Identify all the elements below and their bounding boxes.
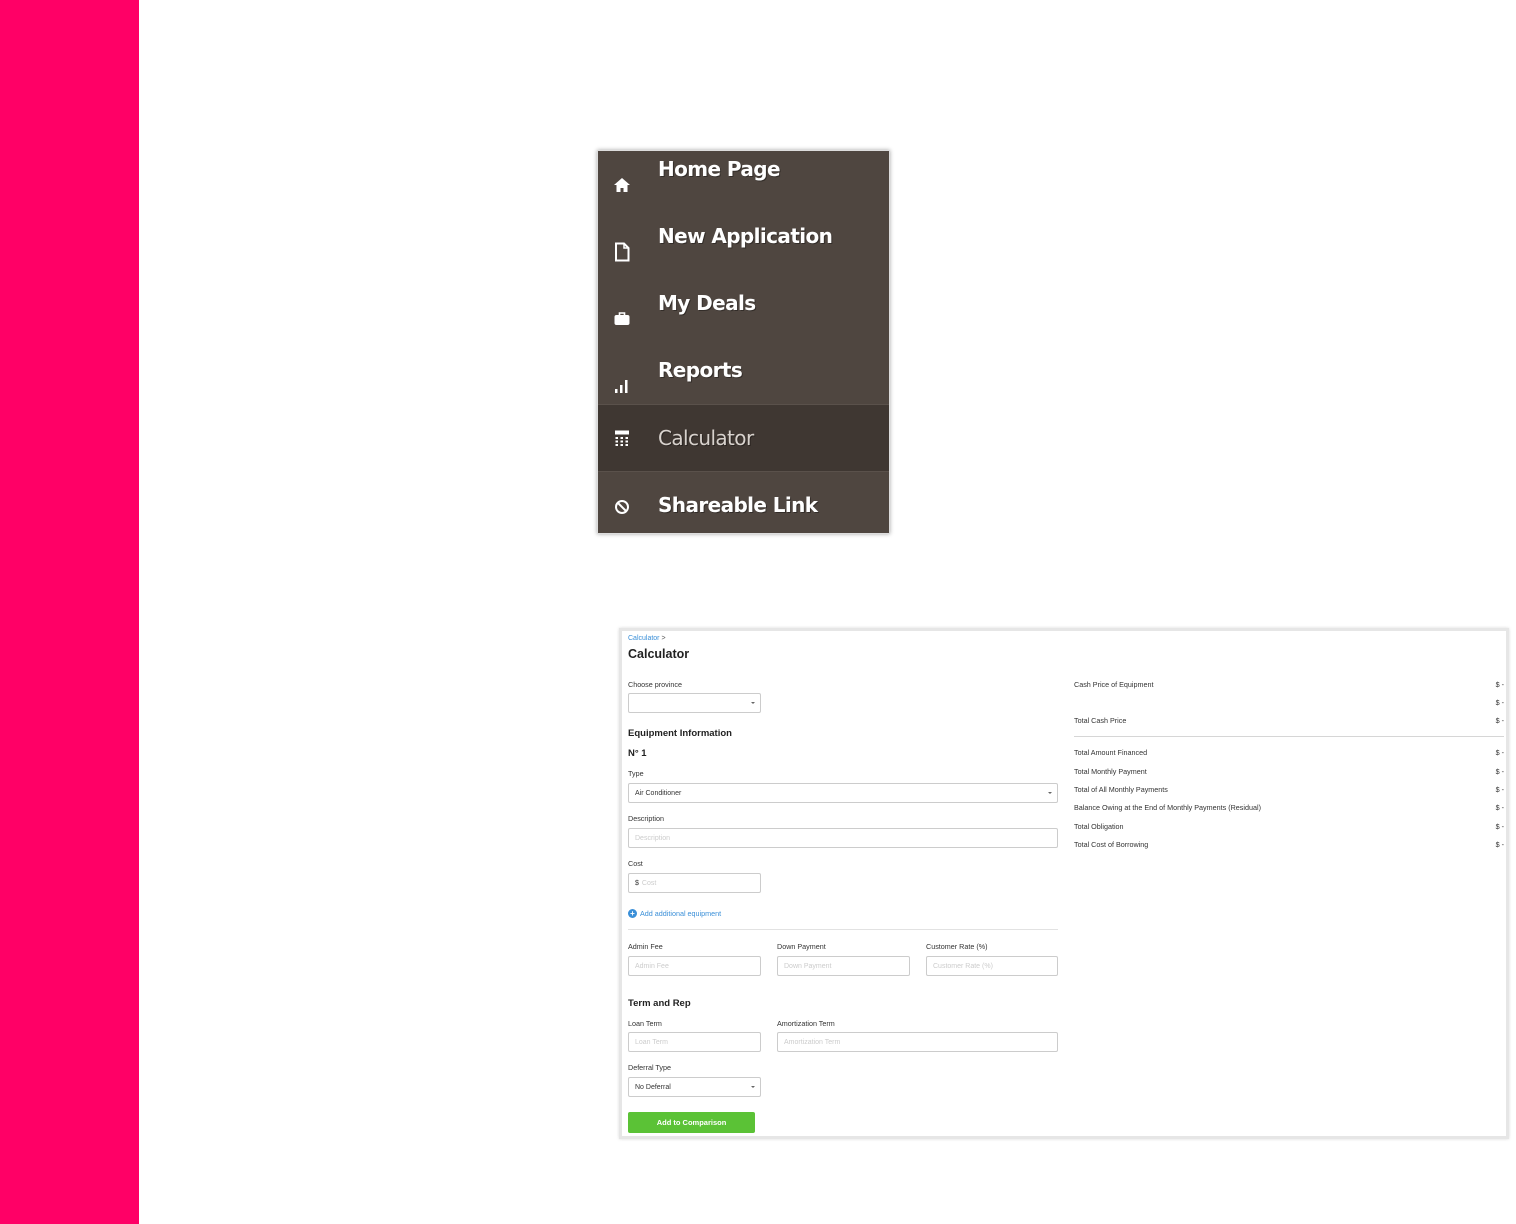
- amortization-term-placeholder: Amortization Term: [784, 1038, 841, 1046]
- description-label: Description: [628, 814, 664, 823]
- equipment-heading: Equipment Information: [628, 728, 732, 739]
- summary-row: Balance Owing at the End of Monthly Paym…: [1074, 803, 1504, 812]
- term-heading: Term and Rep: [628, 998, 691, 1009]
- summary-row-total-cash: Total Cash Price $ -: [1074, 716, 1504, 725]
- summary-value: $ -: [1495, 803, 1504, 812]
- summary-label: Total Amount Financed: [1074, 748, 1148, 757]
- nav-label: Shareable Link: [658, 493, 818, 517]
- admin-fee-placeholder: Admin Fee: [635, 962, 669, 970]
- cost-label: Cost: [628, 859, 643, 868]
- file-icon: [612, 242, 632, 262]
- add-to-comparison-button[interactable]: Add to Comparison: [628, 1112, 755, 1133]
- loan-term-label: Loan Term: [628, 1019, 662, 1028]
- bar-chart-icon: [612, 376, 632, 396]
- summary-label: Total Cash Price: [1074, 716, 1127, 725]
- summary-value: $ -: [1495, 785, 1504, 794]
- summary-label: Total Monthly Payment: [1074, 767, 1147, 776]
- amortization-term-input[interactable]: Amortization Term: [777, 1032, 1058, 1052]
- summary-row-cash-price: Cash Price of Equipment $ -: [1074, 680, 1504, 689]
- type-label: Type: [628, 769, 644, 778]
- summary-row: Total Monthly Payment $ -: [1074, 767, 1504, 776]
- customer-rate-input[interactable]: Customer Rate (%): [926, 956, 1058, 976]
- plus-circle-icon: +: [628, 909, 637, 918]
- customer-rate-placeholder: Customer Rate (%): [933, 962, 993, 970]
- province-label: Choose province: [628, 680, 682, 689]
- description-input[interactable]: Description: [628, 828, 1058, 848]
- chevron-down-icon: [1048, 792, 1052, 794]
- link-icon: [612, 496, 632, 516]
- deferral-type-value: No Deferral: [635, 1083, 671, 1091]
- admin-fee-label: Admin Fee: [628, 942, 663, 951]
- nav-item-shareable-link[interactable]: Shareable Link: [598, 472, 889, 533]
- calculator-icon: [612, 428, 632, 448]
- nav-label: Reports: [658, 358, 743, 382]
- breadcrumb: Calculator >: [628, 635, 666, 642]
- summary-value: $ -: [1495, 767, 1504, 776]
- down-payment-placeholder: Down Payment: [784, 962, 832, 970]
- nav-item-home[interactable]: Home Page: [598, 151, 889, 218]
- chevron-down-icon: [751, 702, 755, 704]
- summary-label: Total Obligation: [1074, 822, 1124, 831]
- nav-item-my-deals[interactable]: My Deals: [598, 285, 889, 352]
- accent-sidebar-bar: [0, 0, 139, 1224]
- loan-term-input[interactable]: Loan Term: [628, 1032, 761, 1052]
- cost-input[interactable]: $ Cost: [628, 873, 761, 893]
- summary-value: $ -: [1495, 748, 1504, 757]
- nav-item-calculator[interactable]: Calculator: [598, 404, 889, 472]
- amortization-term-label: Amortization Term: [777, 1019, 835, 1028]
- cost-placeholder: Cost: [641, 879, 657, 887]
- nav-label: New Application: [658, 224, 833, 248]
- equipment-number: N° 1: [628, 748, 647, 759]
- type-select[interactable]: Air Conditioner: [628, 783, 1058, 803]
- chevron-down-icon: [751, 1086, 755, 1088]
- summary-row: Total Cost of Borrowing $ -: [1074, 840, 1504, 849]
- nav-item-new-application[interactable]: New Application: [598, 218, 889, 285]
- nav-label: Home Page: [658, 157, 781, 181]
- deferral-type-label: Deferral Type: [628, 1063, 672, 1072]
- deferral-type-select[interactable]: No Deferral: [628, 1077, 761, 1097]
- summary-divider: [1074, 736, 1504, 737]
- admin-fee-input[interactable]: Admin Fee: [628, 956, 761, 976]
- home-icon: [612, 175, 632, 195]
- description-placeholder: Description: [635, 834, 671, 842]
- summary-value: $ -: [1495, 698, 1504, 707]
- down-payment-label: Down Payment: [777, 942, 826, 951]
- add-equipment-link[interactable]: + Add additional equipment: [628, 909, 721, 918]
- briefcase-icon: [612, 309, 632, 329]
- loan-term-placeholder: Loan Term: [635, 1038, 668, 1046]
- nav-label: My Deals: [658, 291, 756, 315]
- type-value: Air Conditioner: [635, 789, 682, 797]
- nav-label: Calculator: [658, 426, 754, 450]
- summary-value: $ -: [1495, 822, 1504, 831]
- province-select[interactable]: [628, 693, 761, 713]
- summary-row: Total Amount Financed $ -: [1074, 748, 1504, 757]
- summary-label: Total Cost of Borrowing: [1074, 840, 1149, 849]
- section-divider: [628, 929, 1058, 930]
- breadcrumb-link-calculator[interactable]: Calculator: [628, 635, 660, 642]
- summary-value: $ -: [1495, 840, 1504, 849]
- add-equipment-label: Add additional equipment: [640, 909, 722, 918]
- nav-menu: Home Page New Application My Deals Repor…: [597, 150, 890, 534]
- customer-rate-label: Customer Rate (%): [926, 942, 988, 951]
- summary-label: Cash Price of Equipment: [1074, 680, 1154, 689]
- summary-value: $ -: [1495, 716, 1504, 725]
- breadcrumb-separator: >: [661, 635, 666, 642]
- summary-label: Balance Owing at the End of Monthly Paym…: [1074, 803, 1261, 812]
- currency-symbol: $: [635, 879, 639, 887]
- summary-row: Total Obligation $ -: [1074, 822, 1504, 831]
- summary-label: Total of All Monthly Payments: [1074, 785, 1168, 794]
- summary-value: $ -: [1495, 680, 1504, 689]
- down-payment-input[interactable]: Down Payment: [777, 956, 910, 976]
- summary-row: Total of All Monthly Payments $ -: [1074, 785, 1504, 794]
- calculator-card: Calculator > Calculator Choose province …: [619, 628, 1509, 1139]
- page-title: Calculator: [628, 647, 690, 661]
